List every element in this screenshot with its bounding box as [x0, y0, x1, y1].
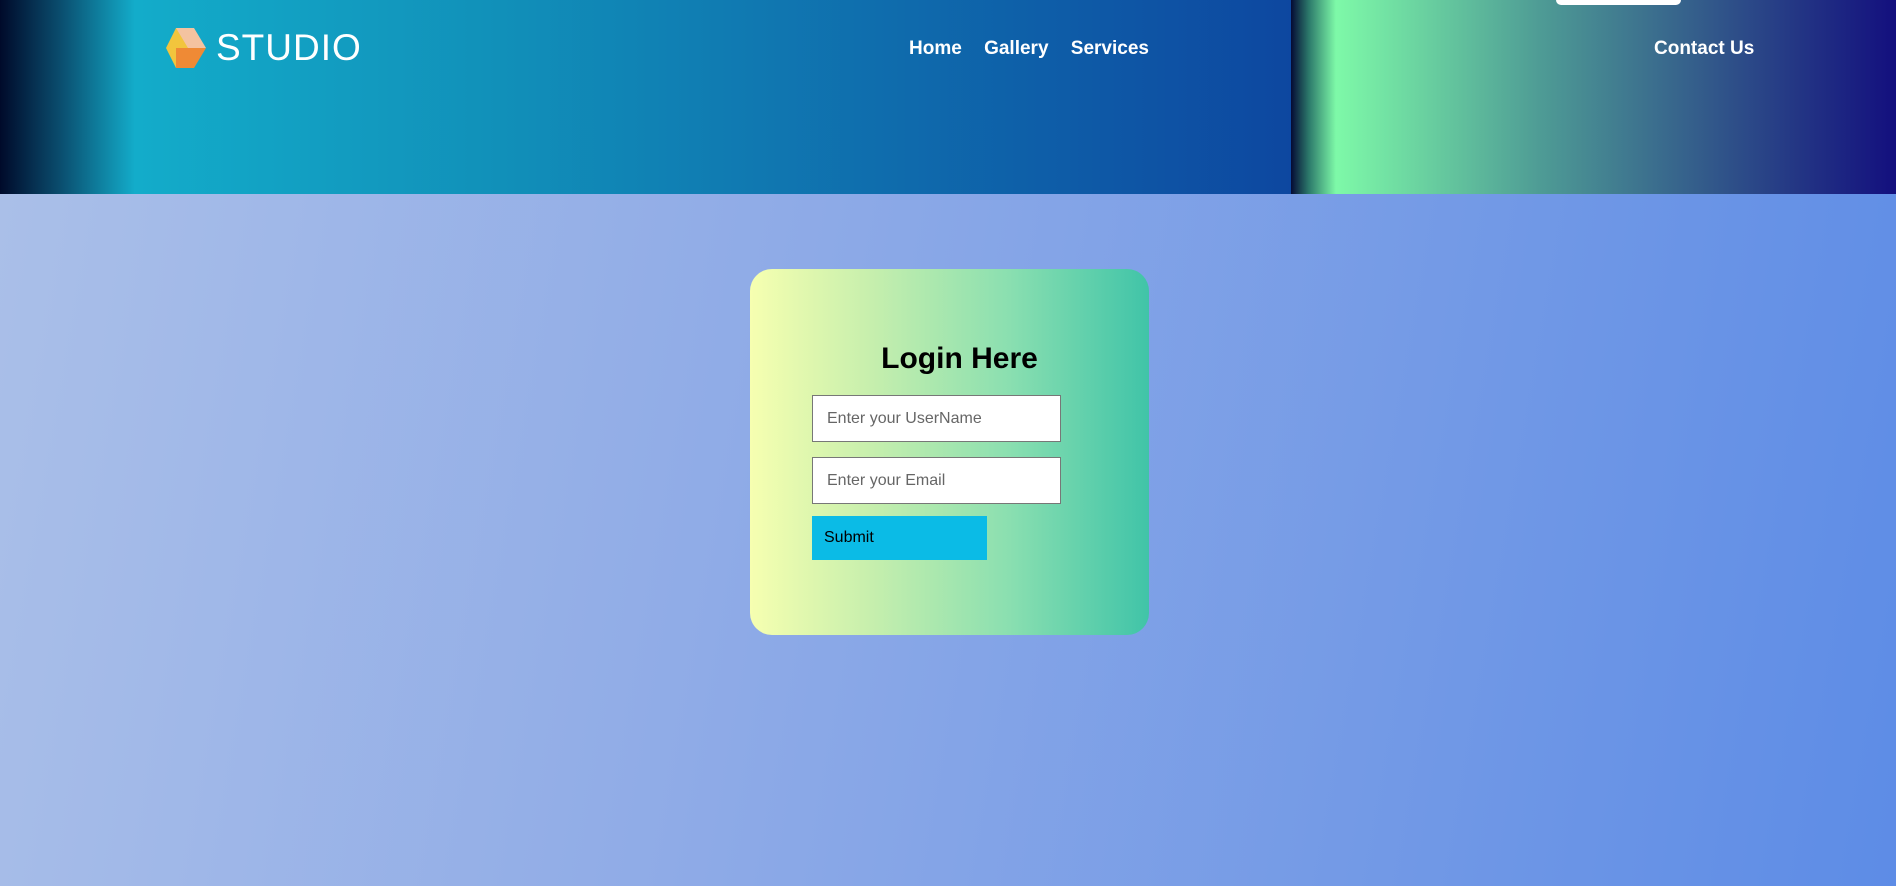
submit-button[interactable]: Submit	[812, 516, 987, 560]
nav-home[interactable]: Home	[909, 38, 962, 59]
site-header: STUDIO Home Gallery Services Contact Us	[0, 0, 1896, 194]
header-right-panel: Contact Us	[1291, 0, 1896, 194]
email-input[interactable]	[812, 457, 1061, 504]
logo[interactable]: STUDIO	[166, 27, 362, 69]
nav-gallery[interactable]: Gallery	[984, 38, 1048, 59]
logo-text: STUDIO	[216, 27, 362, 68]
contact-nav: Contact Us	[1654, 38, 1771, 60]
main-nav: Home Gallery Services	[909, 38, 1166, 60]
nav-contact-us[interactable]: Contact Us	[1654, 38, 1754, 59]
top-tab[interactable]	[1556, 0, 1681, 5]
username-input[interactable]	[812, 395, 1061, 442]
header-left-panel: STUDIO Home Gallery Services	[0, 0, 1291, 194]
login-card: Login Here Submit	[750, 269, 1149, 635]
login-title: Login Here	[881, 342, 1038, 375]
logo-icon	[166, 28, 206, 68]
nav-services[interactable]: Services	[1071, 38, 1149, 59]
